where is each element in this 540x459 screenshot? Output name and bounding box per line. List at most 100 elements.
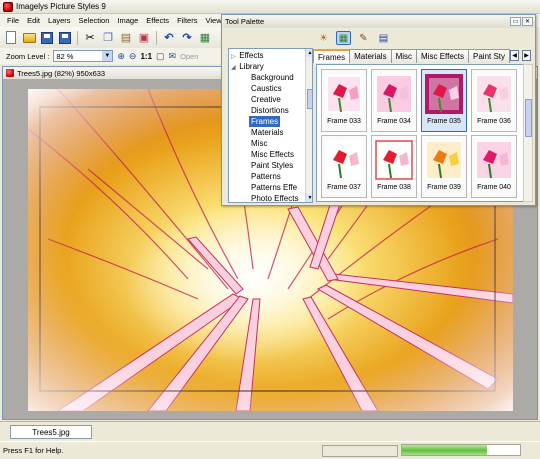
save-button[interactable] [39, 30, 55, 46]
effects-mode-icon[interactable]: ☀ [316, 31, 331, 45]
frames-scroll-thumb[interactable] [525, 99, 532, 137]
tree-item-patterns-effects[interactable]: Patterns Effe [251, 182, 297, 193]
frame-label: Frame 033 [327, 118, 361, 125]
brush-icon[interactable]: ✎ [356, 31, 371, 45]
menu-file[interactable]: File [3, 16, 23, 25]
tab-materials[interactable]: Materials [349, 49, 392, 63]
image-effects-button[interactable]: ▣ [136, 30, 152, 46]
tree-scroll-thumb[interactable] [307, 89, 312, 109]
tool-palette-titlebar[interactable]: Tool Palette ▭ ✕ [222, 15, 535, 28]
palette-restore-button[interactable]: ▭ [510, 17, 521, 26]
tab-scroll-left-icon[interactable]: ◀ [510, 50, 519, 61]
tree-scrollbar[interactable]: ▲ ▼ [305, 49, 312, 202]
progress-fill [402, 445, 487, 455]
menu-filters[interactable]: Filters [173, 16, 201, 25]
tree-root-effects[interactable]: ▷ Effects [231, 50, 264, 61]
tree-item-background[interactable]: Background [251, 72, 294, 83]
document-tab[interactable]: Trees5.jpg [10, 425, 92, 439]
new-file-button[interactable] [3, 30, 19, 46]
cut-button[interactable]: ✂ [82, 30, 98, 46]
app-title: Imagelys Picture Styles 9 [16, 2, 106, 11]
frame-label: Frame 035 [427, 118, 461, 125]
menu-edit[interactable]: Edit [23, 16, 44, 25]
save-as-icon [59, 31, 71, 44]
new-file-icon [6, 31, 16, 44]
copy-button[interactable]: ❐ [100, 30, 116, 46]
tree-item-patterns[interactable]: Patterns [251, 171, 281, 182]
effects-tree: ▷ Effects ◢ Library Background Caustics … [228, 48, 313, 203]
tab-misc-effects[interactable]: Misc Effects [416, 49, 470, 63]
mail-icon[interactable]: ✉ [169, 51, 177, 62]
zoom-level-select[interactable]: 82 % ▼ [53, 50, 114, 62]
frame-thumbnail[interactable]: Frame 033 [321, 69, 367, 132]
paste-button[interactable]: ▤ [118, 30, 134, 46]
menu-effects[interactable]: Effects [142, 16, 173, 25]
save-as-button[interactable] [57, 30, 73, 46]
document-tabbar: Trees5.jpg [0, 421, 540, 440]
frames-scrollbar[interactable] [523, 64, 533, 202]
menu-layers[interactable]: Layers [44, 16, 75, 25]
save-icon [41, 31, 53, 44]
chevron-down-icon[interactable]: ▼ [102, 51, 113, 61]
progress-bar [401, 444, 521, 456]
status-text: Press F1 for Help. [3, 446, 64, 455]
status-panel [322, 444, 398, 457]
frame-thumbnail[interactable]: Frame 038 [371, 135, 417, 198]
palette-tabs: Frames Materials Misc Misc Effects Paint… [313, 49, 519, 63]
frame-preview-image [375, 140, 413, 180]
frame-thumbnail-selected[interactable]: Frame 035 [421, 69, 467, 132]
open-file-button[interactable] [21, 30, 37, 46]
collapse-icon[interactable]: ◢ [231, 63, 237, 74]
menu-selection[interactable]: Selection [75, 16, 114, 25]
frame-preview-image [425, 74, 463, 114]
tree-node-library[interactable]: ◢ Library [231, 61, 264, 72]
tree-item-paint-styles[interactable]: Paint Styles [251, 160, 293, 171]
palette-button[interactable]: ▦ [197, 30, 213, 46]
tree-item-photo-effects[interactable]: Photo Effects [251, 193, 298, 202]
frame-thumbnail[interactable]: Frame 034 [371, 69, 417, 132]
scroll-down-icon[interactable]: ▼ [306, 194, 312, 202]
frame-thumbnail[interactable]: Frame 040 [471, 135, 517, 198]
folder-open-icon [22, 32, 36, 43]
tree-item-misc[interactable]: Misc [251, 138, 267, 149]
tree-item-frames[interactable]: Frames [249, 116, 281, 127]
frame-preview-image [325, 74, 363, 114]
frame-label: Frame 040 [477, 184, 511, 191]
tree-item-materials[interactable]: Materials [251, 127, 283, 138]
tree-item-creative[interactable]: Creative [251, 94, 281, 105]
toolbar-divider [156, 30, 157, 45]
tab-misc[interactable]: Misc [390, 49, 418, 63]
frame-preview-image [475, 140, 513, 180]
redo-button[interactable]: ↷ [179, 30, 195, 46]
tab-scroll-right-icon[interactable]: ▶ [522, 50, 531, 61]
frame-thumbnail[interactable]: Frame 036 [471, 69, 517, 132]
palette-close-button[interactable]: ✕ [522, 17, 533, 26]
actual-size-button[interactable]: 1:1 [140, 52, 152, 61]
scissors-icon: ✂ [85, 32, 95, 44]
frame-preview-image [475, 74, 513, 114]
tree-label: Effects [239, 51, 264, 60]
tree-item-caustics[interactable]: Caustics [251, 83, 282, 94]
zoom-out-icon[interactable]: ⊖ [129, 51, 137, 62]
tree-item-misc-effects[interactable]: Misc Effects [251, 149, 294, 160]
tree-item-distortions[interactable]: Distortions [251, 105, 289, 116]
scroll-up-icon[interactable]: ▲ [306, 49, 312, 57]
grid-view-icon[interactable]: ▦ [336, 31, 351, 45]
open-button[interactable]: Open [180, 52, 198, 61]
frame-thumbnail[interactable]: Frame 039 [421, 135, 467, 198]
zoom-in-icon[interactable]: ⊕ [117, 51, 125, 62]
menu-image[interactable]: Image [113, 16, 142, 25]
frame-thumbnail[interactable]: Frame 037 [321, 135, 367, 198]
tab-frames[interactable]: Frames [313, 49, 351, 63]
tree-label: Library [239, 62, 264, 71]
document-title: Trees5.jpg (82%) 950x633 [17, 68, 106, 78]
image-icon: ▣ [138, 32, 150, 44]
fit-window-icon[interactable]: ▢ [156, 51, 165, 62]
app-titlebar: Imagelys Picture Styles 9 [0, 0, 540, 14]
undo-button[interactable]: ↶ [161, 30, 177, 46]
frame-label: Frame 036 [477, 118, 511, 125]
document-icon [6, 69, 14, 77]
thumbnail-view-icon[interactable]: ▤ [376, 31, 391, 45]
palette-mode-icons: ☀ ▦ ✎ ▤ [316, 31, 391, 45]
tab-paint-styles[interactable]: Paint Sty [468, 49, 511, 63]
